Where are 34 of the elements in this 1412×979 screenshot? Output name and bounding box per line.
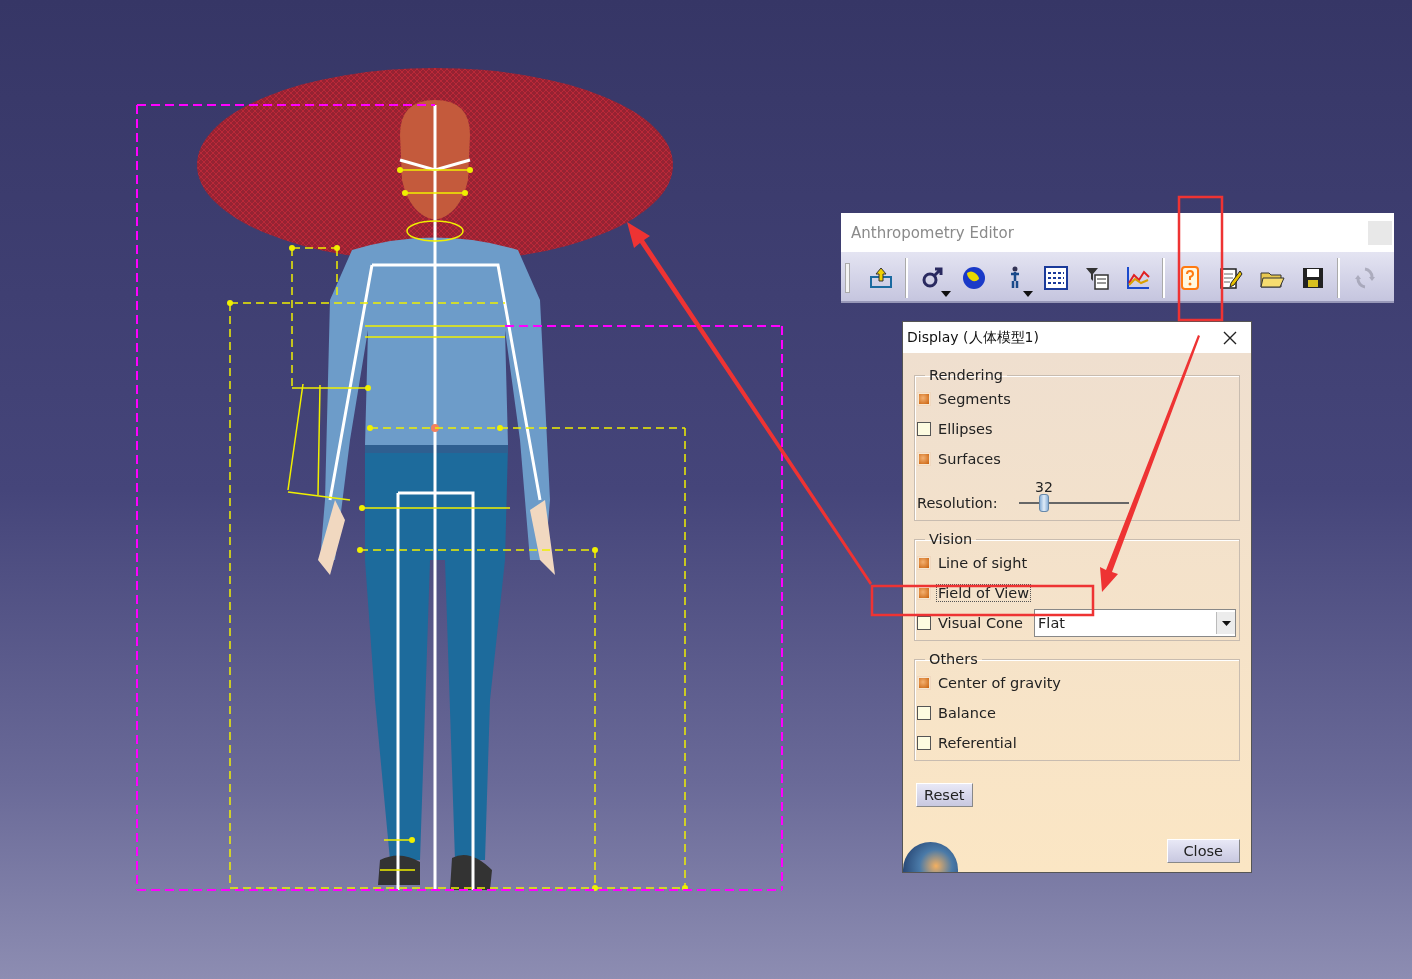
close-button[interactable]: Close: [1166, 839, 1240, 863]
human-figure-icon: [1009, 265, 1020, 290]
checkbox-label[interactable]: Surfaces: [936, 450, 1003, 468]
group-label: Others: [928, 651, 979, 667]
checkbox[interactable]: [917, 706, 931, 720]
checkbox-label[interactable]: Center of gravity: [936, 674, 1063, 692]
close-icon[interactable]: [1223, 330, 1237, 345]
checkbox-label[interactable]: Visual Cone: [936, 614, 1025, 632]
chart-icon: [1124, 264, 1151, 291]
caret-icon: [1221, 620, 1231, 626]
dialog-title: Display (人体模型1): [907, 328, 1039, 347]
group-label: Rendering: [928, 367, 1005, 383]
slider-label: Resolution:: [917, 495, 998, 511]
checkbox-label[interactable]: Field of View: [936, 584, 1032, 602]
dropdown[interactable]: Flat: [1034, 609, 1236, 637]
slider-value: 32: [1035, 479, 1053, 495]
checkbox-label[interactable]: Line of sight: [936, 554, 1030, 572]
table-icon: [1042, 264, 1069, 291]
globe-icon: [960, 264, 987, 291]
toolbar-grip[interactable]: [845, 262, 850, 293]
caret-icon: [941, 290, 951, 297]
checkbox-label[interactable]: Segments: [936, 390, 1013, 408]
checkbox[interactable]: [917, 736, 931, 750]
group-label: Vision: [928, 531, 974, 547]
slider-thumb[interactable]: [1038, 494, 1049, 512]
caret-icon: [1023, 290, 1033, 297]
checkbox[interactable]: [917, 616, 931, 630]
checkbox-label[interactable]: Balance: [936, 704, 998, 722]
checkbox[interactable]: [917, 422, 931, 436]
reset-button[interactable]: Reset: [916, 783, 973, 807]
checkbox-label[interactable]: Ellipses: [936, 420, 995, 438]
globe-decoration: [903, 842, 958, 872]
checkbox-label[interactable]: Referential: [936, 734, 1019, 752]
toolbar-title: Anthropometry Editor: [851, 223, 1014, 242]
